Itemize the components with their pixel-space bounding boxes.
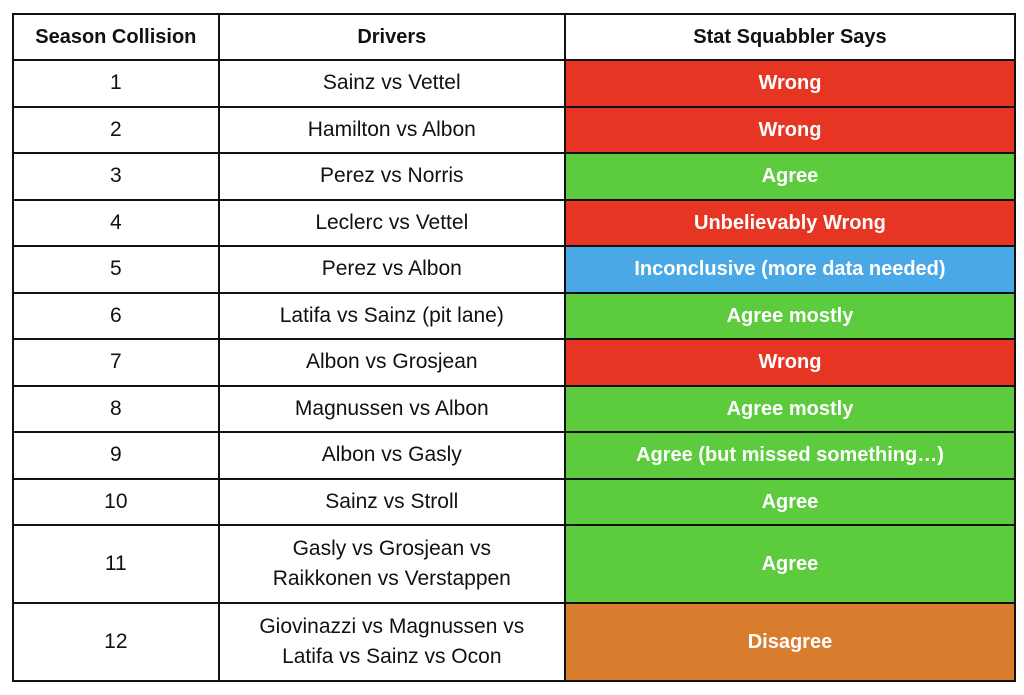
verdict-cell: Agree mostly	[563, 291, 1017, 340]
collision-number: 4	[12, 198, 220, 247]
collision-number: 3	[12, 152, 220, 201]
collision-number: 10	[12, 477, 220, 526]
drivers-cell: Gasly vs Grosjean vs Raikkonen vs Verstap…	[217, 524, 566, 604]
table-row: 11 Gasly vs Grosjean vs Raikkonen vs Verst…	[12, 524, 1017, 604]
table-row: 6 Latifa vs Sainz (pit lane) Agree mostly	[12, 291, 1017, 340]
drivers-line: Giovinazzi vs Magnussen vs	[259, 615, 525, 638]
verdict-cell: Agree	[563, 152, 1017, 201]
drivers-cell: Leclerc vs Vettel	[217, 198, 566, 247]
verdict-cell: Inconclusive (more data needed)	[563, 245, 1017, 294]
verdict-cell: Wrong	[563, 105, 1017, 154]
drivers-cell: Perez vs Norris	[217, 152, 566, 201]
table-row: 12 Giovinazzi vs Magnussen vs Latifa vs Sa…	[12, 602, 1017, 682]
verdict-cell: Agree (but missed something…)	[563, 431, 1017, 480]
drivers-cell: Hamilton vs Albon	[217, 105, 566, 154]
drivers-cell: Albon vs Gasly	[217, 431, 566, 480]
collision-number: 8	[12, 384, 220, 433]
verdict-cell: Wrong	[563, 59, 1017, 108]
collision-number: 6	[12, 291, 220, 340]
drivers-cell: Giovinazzi vs Magnussen vs Latifa vs Sain…	[217, 602, 566, 682]
table-row: 9 Albon vs Gasly Agree (but missed somethi…	[12, 431, 1017, 480]
collision-number: 9	[12, 431, 220, 480]
collision-number: 2	[12, 105, 220, 154]
table-row: 2 Hamilton vs Albon Wrong	[12, 105, 1017, 154]
verdict-cell: Agree	[563, 524, 1017, 604]
drivers-cell: Perez vs Albon	[217, 245, 566, 294]
collision-number: 11	[12, 524, 220, 604]
drivers-line: Gasly vs Grosjean vs	[292, 537, 491, 560]
header-drivers: Drivers	[217, 13, 566, 61]
drivers-cell: Sainz vs Vettel	[217, 59, 566, 108]
drivers-cell: Albon vs Grosjean	[217, 338, 566, 387]
table-row: 5 Perez vs Albon Inconclusive (more data n…	[12, 245, 1017, 294]
drivers-cell: Magnussen vs Albon	[217, 384, 566, 433]
table-row: 3 Perez vs Norris Agree	[12, 152, 1017, 201]
table-row: 4 Leclerc vs Vettel Unbelievably Wrong	[12, 198, 1017, 247]
drivers-line: Latifa vs Sainz vs Ocon	[282, 645, 502, 668]
header-row: Season Collision Drivers Stat Squabbler …	[12, 13, 1017, 61]
drivers-cell: Sainz vs Stroll	[217, 477, 566, 526]
table-row: 10 Sainz vs Stroll Agree	[12, 477, 1017, 526]
verdict-cell: Agree	[563, 477, 1017, 526]
drivers-cell: Latifa vs Sainz (pit lane)	[217, 291, 566, 340]
header-stat-squabbler-says: Stat Squabbler Says	[563, 13, 1017, 61]
drivers-line: Raikkonen vs Verstappen	[272, 567, 511, 590]
table-row: 8 Magnussen vs Albon Agree mostly	[12, 384, 1017, 433]
collision-number: 12	[12, 602, 220, 682]
collision-number: 1	[12, 59, 220, 108]
collision-number: 5	[12, 245, 220, 294]
collision-verdict-table: Season Collision Drivers Stat Squabbler …	[12, 13, 1017, 682]
verdict-cell: Agree mostly	[563, 384, 1017, 433]
collision-number: 7	[12, 338, 220, 387]
verdict-cell: Wrong	[563, 338, 1017, 387]
table-row: 7 Albon vs Grosjean Wrong	[12, 338, 1017, 387]
header-season-collision: Season Collision	[12, 13, 220, 61]
table-row: 1 Sainz vs Vettel Wrong	[12, 59, 1017, 108]
verdict-cell: Disagree	[563, 602, 1017, 682]
verdict-cell: Unbelievably Wrong	[563, 198, 1017, 247]
